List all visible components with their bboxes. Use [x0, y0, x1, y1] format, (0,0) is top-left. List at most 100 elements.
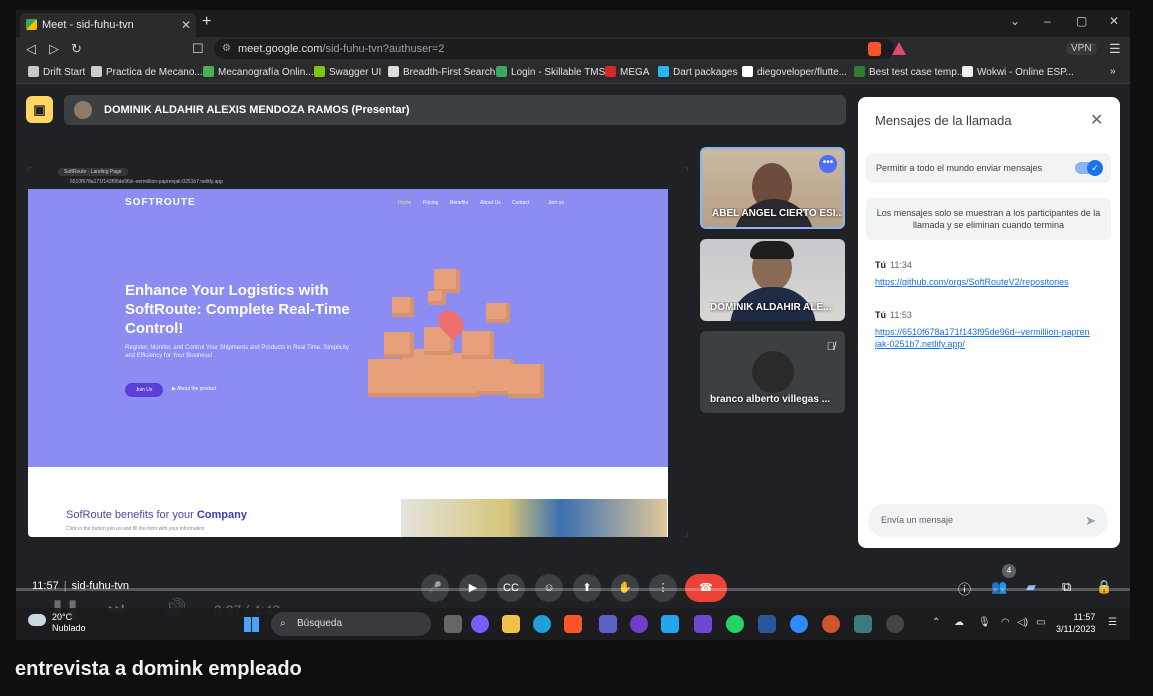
site-nav-pricing: Pricing	[423, 200, 439, 206]
bookmark-item[interactable]: Swagger UI	[314, 66, 381, 78]
stop-presenting-icon[interactable]: ▣	[26, 96, 53, 123]
tab-search-icon[interactable]: ⌄	[1010, 14, 1020, 28]
close-icon[interactable]: ✕	[1090, 110, 1103, 130]
app-icon[interactable]	[854, 615, 872, 633]
site-about-link: ▶ About the product	[172, 386, 217, 392]
allow-messages-row: Permitir a todo el mundo enviar mensajes…	[866, 153, 1111, 183]
mic-tray-icon[interactable]: 🎙	[978, 617, 991, 628]
send-icon[interactable]: ➤	[1085, 504, 1096, 537]
benefits-heading: SofRoute benefits for your Company	[66, 509, 247, 521]
word-icon[interactable]	[758, 615, 776, 633]
settings-icon[interactable]	[886, 615, 904, 633]
participant-name: DOMINIK ALDAHIR ALE...	[710, 302, 832, 313]
brave-shields-icon[interactable]	[868, 42, 881, 56]
windows-start-icon[interactable]	[244, 617, 259, 632]
teams-icon[interactable]	[599, 615, 617, 633]
more-options-icon[interactable]: •••	[819, 155, 837, 173]
weather-widget[interactable]: 20°C Nublado	[28, 612, 86, 634]
chat-info: Los mensajes solo se muestran a los part…	[866, 198, 1111, 240]
video-title: entrevista a domink empleado	[15, 658, 302, 680]
message-time: 11:34	[890, 260, 912, 270]
bookmark-favicon-icon	[962, 66, 973, 77]
chat-message: Tú 11:53 https://6510f678a171f143f95de96d…	[875, 310, 1090, 350]
bookmarks-bar: Drift Start Practica de Mecano... Mecano…	[16, 62, 1130, 84]
screen-recording: Meet - sid-fuhu-tvn ✕ + ⌄ – ▢ ✕ ◁ ▷ ↻ ☐ …	[16, 10, 1130, 640]
people-icon[interactable]: 👥	[991, 579, 1007, 595]
teams-chat-icon[interactable]	[471, 615, 489, 633]
presenter-banner: DOMINIK ALDAHIR ALEXIS MENDOZA RAMOS (Pr…	[64, 95, 846, 125]
chat-message-input[interactable]: Envía un mensaje ➤	[868, 504, 1108, 537]
bookmark-item[interactable]: Mecanografía Onlin...	[203, 66, 314, 78]
host-controls-icon[interactable]: 🔒	[1096, 579, 1112, 595]
bookmark-item[interactable]: Practica de Mecano...	[91, 66, 203, 78]
clock-time: 11:57	[1073, 612, 1096, 622]
check-icon: ✓	[1087, 160, 1103, 176]
tab-close-icon[interactable]: ✕	[181, 13, 191, 37]
message-link[interactable]: https://6510f678a171f143f95de96d--vermil…	[875, 326, 1090, 350]
menu-icon[interactable]: ☰	[1109, 41, 1121, 57]
forward-icon[interactable]: ▷	[49, 41, 59, 57]
site-nav-benefits: Benefits	[450, 200, 469, 206]
brave-rewards-icon[interactable]	[892, 42, 906, 55]
close-window-icon[interactable]: ✕	[1109, 14, 1119, 28]
chat-icon[interactable]: ▰	[1026, 579, 1036, 595]
allow-messages-toggle[interactable]: ✓	[1075, 160, 1103, 176]
site-join-button: Join Us	[125, 383, 163, 397]
powerpoint-icon[interactable]	[822, 615, 840, 633]
maximize-icon[interactable]: ▢	[1076, 14, 1087, 28]
activities-icon[interactable]: ⧉	[1062, 579, 1071, 595]
boxes-illustration	[368, 269, 558, 419]
reload-icon[interactable]: ↻	[71, 41, 82, 57]
chat-panel: Mensajes de la llamada ✕ Permitir a todo…	[858, 97, 1120, 548]
bookmark-icon[interactable]: ☐	[192, 41, 204, 57]
tray-overflow-icon[interactable]: ⌃	[932, 617, 940, 628]
battery-icon[interactable]: ▭	[1036, 617, 1045, 628]
tab-title: Meet - sid-fuhu-tvn	[42, 19, 134, 31]
zoom-icon[interactable]	[790, 615, 808, 633]
message-sender: Tú	[875, 260, 886, 270]
whatsapp-icon[interactable]	[726, 615, 744, 633]
vscode-icon[interactable]	[661, 615, 679, 633]
bookmark-item[interactable]: Dart packages	[658, 66, 737, 78]
taskbar-search[interactable]: ⌕ Búsqueda	[271, 612, 431, 636]
participant-tile-dominik[interactable]: DOMINIK ALDAHIR ALE...	[700, 239, 845, 321]
tab-meet[interactable]: Meet - sid-fuhu-tvn ✕	[20, 13, 196, 37]
site-brand: SOFTROUTE	[125, 197, 196, 208]
task-view-icon[interactable]	[444, 615, 462, 633]
notifications-icon[interactable]: ☰	[1108, 617, 1117, 628]
volume-tray-icon[interactable]: ◁)	[1017, 617, 1028, 628]
browser-tab-bar: Meet - sid-fuhu-tvn ✕ + ⌄ – ▢ ✕	[16, 10, 1130, 37]
visual-studio-icon[interactable]	[694, 615, 712, 633]
bookmark-item[interactable]: Drift Start	[28, 66, 85, 78]
message-link[interactable]: https://github.com/orgs/SoftRouteV2/repo…	[875, 276, 1090, 288]
bookmark-item[interactable]: Breadth-First Search	[388, 66, 495, 78]
minimize-icon[interactable]: –	[1044, 14, 1051, 28]
bookmarks-overflow-icon[interactable]: »	[1110, 66, 1116, 77]
bookmark-item[interactable]: Login - Skillable TMS	[496, 66, 605, 78]
participant-tile-abel[interactable]: ••• ABEL ANGEL CIERTO ESI...	[700, 147, 845, 229]
shared-browser-chrome: SoftRoute - Landing Page 6510f678a171f14…	[28, 167, 688, 189]
vpn-button[interactable]: VPN	[1066, 42, 1097, 55]
back-icon[interactable]: ◁	[26, 41, 36, 57]
taskbar-clock[interactable]: 11:57 3/11/2023	[1056, 611, 1095, 635]
edge-icon[interactable]	[533, 615, 551, 633]
url-input[interactable]: ⚙ meet.google.com/sid-fuhu-tvn?authuser=…	[214, 39, 894, 59]
network-icon[interactable]: ◠	[1001, 617, 1010, 628]
bookmark-favicon-icon	[742, 66, 753, 77]
onedrive-icon[interactable]: ☁	[954, 617, 964, 628]
video-progress-bar[interactable]	[16, 588, 1130, 591]
bookmark-item[interactable]: Wokwi - Online ESP...	[962, 66, 1074, 78]
new-tab-icon[interactable]: +	[202, 13, 211, 31]
chat-title: Mensajes de la llamada	[875, 113, 1012, 128]
shared-screen: SoftRoute - Landing Page 6510f678a171f14…	[28, 167, 688, 537]
brave-browser-icon[interactable]	[564, 615, 582, 633]
file-explorer-icon[interactable]	[502, 615, 520, 633]
github-desktop-icon[interactable]	[630, 615, 648, 633]
bookmark-item[interactable]: diegoveloper/flutte...	[742, 66, 847, 78]
site-info-icon[interactable]: ⚙	[222, 39, 231, 59]
bookmark-favicon-icon	[605, 66, 616, 77]
message-time: 11:53	[890, 310, 912, 320]
participant-tile-branco[interactable]: 🎙̸ branco alberto villegas ...	[700, 331, 845, 413]
bookmark-item[interactable]: MEGA	[605, 66, 649, 78]
bookmark-item[interactable]: Best test case temp...	[854, 66, 965, 78]
